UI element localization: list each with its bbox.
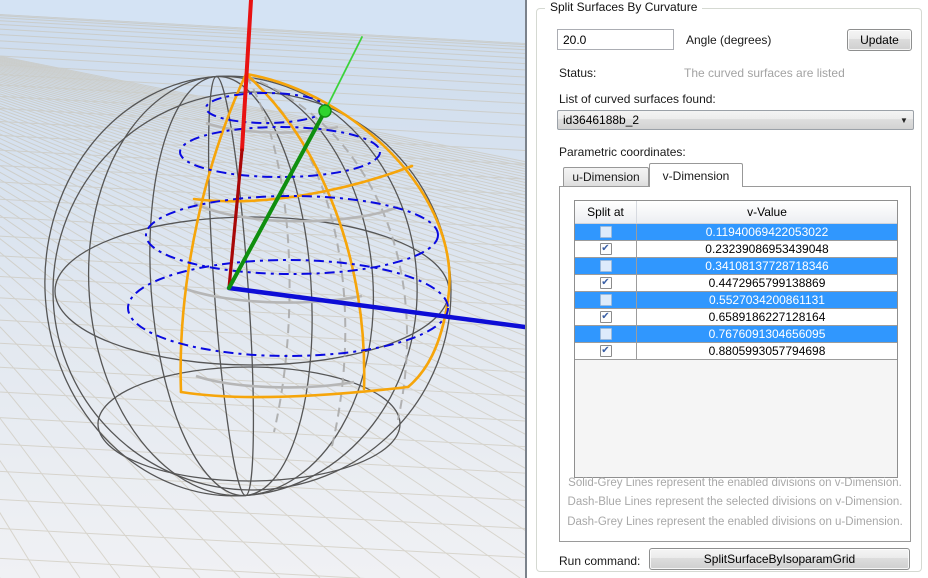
v-value-cell: 0.23239086953439048 [637,241,897,257]
run-command-label: Run command: [559,554,640,568]
split-checkbox[interactable]: ✔ [600,345,612,357]
legend-footnotes: Solid-Grey Lines represent the enabled d… [560,474,910,533]
surface-list-label: List of curved surfaces found: [559,92,716,106]
footnote-dash-grey: Dash-Grey Lines represent the enabled di… [560,513,910,533]
status-label: Status: [559,66,596,80]
tab-v-dimension[interactable]: v-Dimension [649,163,743,187]
footnote-dash-blue: Dash-Blue Lines represent the selected d… [560,493,910,513]
status-value: The curved surfaces are listed [684,66,845,80]
table-row[interactable]: ✔ 0.11940069422053022 [575,224,897,241]
split-surfaces-panel: Split Surfaces By Curvature 20.0 Angle (… [527,0,928,578]
split-checkbox[interactable]: ✔ [600,311,612,323]
table-row[interactable]: ✔ 0.8805993057794698 [575,343,897,360]
v-value-cell: 0.4472965799138869 [637,275,897,291]
table-row[interactable]: ✔ 0.5527034200861131 [575,292,897,309]
v-value-cell: 0.8805993057794698 [637,343,897,359]
footnote-solid-grey: Solid-Grey Lines represent the enabled d… [560,474,910,494]
split-checkbox[interactable]: ✔ [600,243,612,255]
column-header-split-at[interactable]: Split at [575,201,637,223]
table-row[interactable]: ✔ 0.6589186227128164 [575,309,897,326]
v-value-cell: 0.5527034200861131 [637,292,897,308]
chevron-down-icon: ▼ [895,116,913,125]
3d-scene [0,0,525,578]
green-marker-dot [319,105,331,117]
split-surfaces-groupbox: Split Surfaces By Curvature 20.0 Angle (… [536,8,922,572]
parametric-coordinates-label: Parametric coordinates: [559,145,686,159]
angle-input[interactable]: 20.0 [557,29,674,50]
update-button[interactable]: Update [847,29,912,51]
v-value-cell: 0.7676091304656095 [637,326,897,342]
table-header: Split at v-Value [575,201,897,224]
table-row[interactable]: ✔ 0.23239086953439048 [575,241,897,258]
split-checkbox[interactable]: ✔ [600,328,612,340]
v-value-cell: 0.6589186227128164 [637,309,897,325]
tab-u-dimension[interactable]: u-Dimension [563,167,649,186]
v-value-table: Split at v-Value ✔ 0.11940069422053022 ✔… [574,200,898,478]
table-row[interactable]: ✔ 0.4472965799138869 [575,275,897,292]
run-command-button[interactable]: SplitSurfaceByIsoparamGrid [649,548,910,570]
angle-label: Angle (degrees) [686,33,771,47]
surface-combobox[interactable]: id3646188b_2 ▼ [557,110,914,130]
table-row[interactable]: ✔ 0.7676091304656095 [575,326,897,343]
column-header-v-value[interactable]: v-Value [637,201,897,223]
split-checkbox[interactable]: ✔ [600,260,612,272]
angle-value: 20.0 [563,33,586,47]
split-checkbox[interactable]: ✔ [600,294,612,306]
surface-combobox-value: id3646188b_2 [558,113,895,127]
split-checkbox[interactable]: ✔ [600,226,612,238]
table-row[interactable]: ✔ 0.34108137728718346 [575,258,897,275]
v-dimension-tabpanel: Split at v-Value ✔ 0.11940069422053022 ✔… [559,186,911,542]
3d-viewport[interactable] [0,0,525,578]
split-checkbox[interactable]: ✔ [600,277,612,289]
groupbox-title: Split Surfaces By Curvature [545,0,702,14]
v-value-cell: 0.34108137728718346 [637,258,897,274]
v-value-cell: 0.11940069422053022 [637,224,897,240]
